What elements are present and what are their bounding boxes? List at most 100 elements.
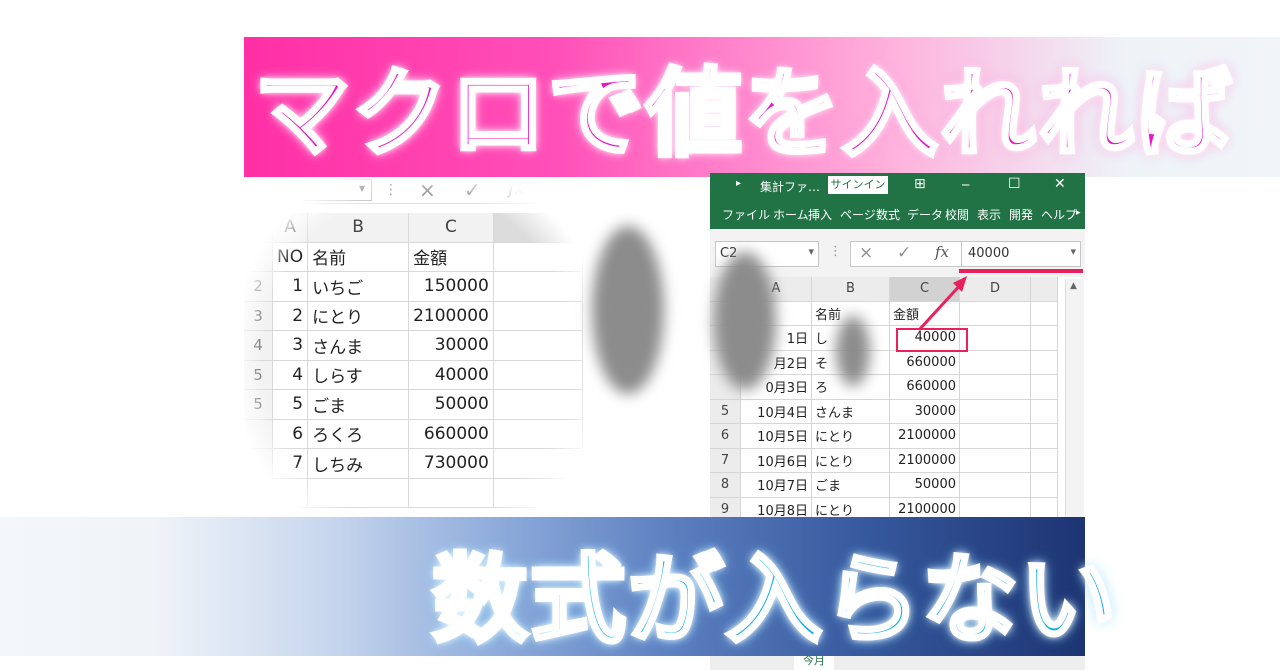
cell[interactable] bbox=[272, 478, 309, 508]
quick-access-icon[interactable]: ▸ bbox=[736, 178, 741, 189]
more-dots-icon: ⋮ bbox=[829, 244, 842, 259]
cell[interactable]: 50000 bbox=[889, 472, 960, 498]
tab-insert[interactable]: 挿入 bbox=[808, 206, 832, 223]
cell[interactable]: さんま bbox=[307, 330, 410, 361]
left-name-box[interactable]: ▾ 3 bbox=[244, 179, 372, 201]
tab-review[interactable]: 校閲 bbox=[945, 206, 969, 223]
cell[interactable]: 730000 bbox=[408, 448, 494, 479]
enter-icon[interactable]: ✓ bbox=[464, 178, 481, 202]
cancel-icon[interactable]: × bbox=[419, 178, 436, 202]
cell[interactable]: 4 bbox=[272, 360, 309, 390]
cell[interactable]: いちご bbox=[307, 271, 410, 302]
tab-page[interactable]: ページ bbox=[840, 206, 876, 223]
cell[interactable]: 660000 bbox=[408, 419, 494, 449]
cell[interactable]: 6 bbox=[272, 419, 309, 449]
cell[interactable] bbox=[493, 448, 583, 479]
cell[interactable]: 2 bbox=[272, 301, 309, 331]
cell[interactable]: 30000 bbox=[889, 399, 960, 424]
row-header[interactable]: 5 bbox=[244, 389, 273, 420]
col-header-c[interactable]: C bbox=[408, 213, 494, 243]
tab-help[interactable]: ヘルプ bbox=[1041, 206, 1077, 223]
row-header[interactable] bbox=[244, 478, 273, 508]
maximize-icon[interactable]: ☐ bbox=[1008, 176, 1021, 192]
row-header[interactable]: 4 bbox=[244, 330, 273, 361]
close-icon[interactable]: ✕ bbox=[1054, 176, 1066, 192]
tab-home[interactable]: ホーム bbox=[773, 206, 809, 223]
cell[interactable]: NO bbox=[272, 242, 309, 272]
col-header-a[interactable]: A bbox=[272, 213, 309, 243]
cell[interactable]: 660000 bbox=[889, 350, 960, 375]
cell[interactable]: 金額 bbox=[408, 242, 494, 272]
cell[interactable]: ごま bbox=[307, 389, 410, 420]
formula-input[interactable]: 40000 ▾ bbox=[961, 241, 1081, 267]
cell[interactable]: 50000 bbox=[408, 389, 494, 420]
cell[interactable] bbox=[493, 301, 583, 331]
row-header[interactable] bbox=[244, 419, 273, 449]
row-header[interactable]: 3 bbox=[244, 301, 273, 331]
cell[interactable] bbox=[493, 478, 583, 508]
tab-developer[interactable]: 開発 bbox=[1009, 206, 1033, 223]
cell[interactable] bbox=[493, 242, 583, 272]
cell[interactable]: にとり bbox=[307, 301, 410, 331]
cell[interactable]: 10月4日 bbox=[740, 399, 812, 424]
tab-formulas[interactable]: 数式 bbox=[876, 206, 900, 223]
row-header[interactable]: 5 bbox=[244, 360, 273, 390]
cell[interactable]: ごま bbox=[811, 472, 890, 498]
cell[interactable]: 150000 bbox=[408, 271, 494, 302]
cell[interactable]: 名前 bbox=[307, 242, 410, 272]
cell[interactable]: 7 bbox=[272, 448, 309, 479]
cell[interactable] bbox=[959, 448, 1031, 473]
cell[interactable]: 2100000 bbox=[889, 448, 960, 473]
minimize-icon[interactable]: ─ bbox=[962, 178, 969, 192]
function-icon[interactable]: fx bbox=[935, 243, 949, 261]
cell[interactable]: にとり bbox=[811, 423, 890, 449]
cell[interactable] bbox=[959, 399, 1031, 424]
cell[interactable]: 2100000 bbox=[408, 301, 494, 331]
ribbon-display-icon[interactable]: ⊞ bbox=[914, 176, 926, 192]
tab-view[interactable]: 表示 bbox=[977, 206, 1001, 223]
cell[interactable]: 1 bbox=[272, 271, 309, 302]
row-header[interactable]: 8 bbox=[710, 472, 741, 498]
cell[interactable] bbox=[493, 419, 583, 449]
tab-file[interactable]: ファイル bbox=[722, 206, 770, 223]
cell[interactable]: 10月6日 bbox=[740, 448, 812, 473]
cell[interactable]: にとり bbox=[811, 448, 890, 473]
cell[interactable] bbox=[408, 478, 494, 508]
cell[interactable] bbox=[959, 374, 1031, 400]
tab-data[interactable]: データ bbox=[907, 206, 943, 223]
cell[interactable]: 10月7日 bbox=[740, 472, 812, 498]
cell[interactable] bbox=[307, 478, 410, 508]
col-header-b[interactable]: B bbox=[811, 277, 890, 302]
scroll-up-icon[interactable]: ▲ bbox=[1070, 281, 1077, 291]
cancel-icon[interactable]: × bbox=[859, 243, 873, 263]
row-header[interactable]: 7 bbox=[710, 448, 741, 473]
cell[interactable]: 40000 bbox=[408, 360, 494, 390]
row-header[interactable]: 5 bbox=[710, 399, 741, 424]
cell[interactable] bbox=[493, 271, 583, 302]
cell[interactable]: しらす bbox=[307, 360, 410, 390]
row-header[interactable] bbox=[244, 242, 273, 272]
cell[interactable]: しちみ bbox=[307, 448, 410, 479]
cell[interactable]: ろくろ bbox=[307, 419, 410, 449]
cell[interactable] bbox=[493, 330, 583, 361]
cell[interactable]: 5 bbox=[272, 389, 309, 420]
cell[interactable] bbox=[493, 360, 583, 390]
cell[interactable] bbox=[493, 389, 583, 420]
cell[interactable] bbox=[959, 423, 1031, 449]
cell[interactable]: さんま bbox=[811, 399, 890, 424]
scroll-right-icon[interactable]: ▸ bbox=[1076, 208, 1081, 218]
cell[interactable] bbox=[959, 472, 1031, 498]
cell[interactable]: 30000 bbox=[408, 330, 494, 361]
cell[interactable]: 10月5日 bbox=[740, 423, 812, 449]
col-header-b[interactable]: B bbox=[307, 213, 410, 243]
cell[interactable]: 3 bbox=[272, 330, 309, 361]
function-icon[interactable]: fx bbox=[508, 178, 525, 199]
cell[interactable]: 660000 bbox=[889, 374, 960, 400]
signin-button[interactable]: サインイン bbox=[828, 176, 888, 194]
cell[interactable]: 2100000 bbox=[889, 423, 960, 449]
row-header[interactable]: 2 bbox=[244, 271, 273, 302]
enter-icon[interactable]: ✓ bbox=[897, 243, 911, 263]
row-header[interactable] bbox=[244, 448, 273, 479]
cell[interactable] bbox=[959, 350, 1031, 375]
row-header[interactable]: 6 bbox=[710, 423, 741, 449]
